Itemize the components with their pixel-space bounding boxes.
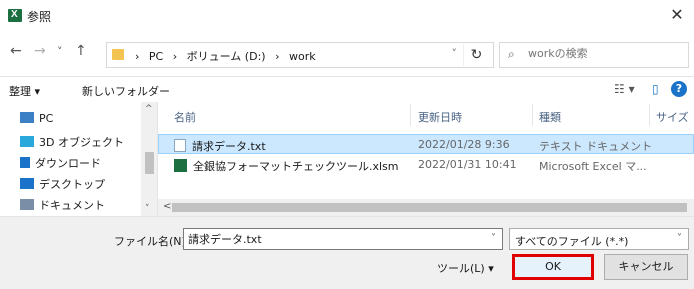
scroll-down-icon[interactable]: ˅: [145, 204, 150, 214]
pc-icon: [20, 112, 34, 123]
filename-field[interactable]: [188, 232, 478, 245]
address-bar[interactable]: › PC › ボリューム (D:) › work ˅ ↻: [106, 42, 494, 68]
scroll-up-icon[interactable]: ^: [145, 104, 153, 114]
breadcrumb-volume-d[interactable]: ボリューム (D:): [187, 50, 266, 63]
sidebar-item-downloads[interactable]: ダウンロード: [20, 155, 101, 175]
excel-file-icon: [174, 159, 187, 172]
file-list-hscrollbar[interactable]: <: [158, 199, 694, 216]
column-header-date[interactable]: 更新日時: [418, 109, 462, 125]
sidebar-item-documents[interactable]: ドキュメント: [20, 197, 105, 216]
search-box[interactable]: ⌕: [499, 42, 689, 68]
breadcrumb-pc[interactable]: PC: [149, 50, 163, 63]
document-icon: [20, 199, 34, 210]
breadcrumb-separator-icon: ›: [172, 50, 178, 63]
filetype-value: すべてのファイル (*.*): [515, 235, 629, 248]
cube-icon: [20, 136, 34, 147]
close-icon[interactable]: ✕: [660, 0, 694, 30]
recent-locations-chevron-icon[interactable]: ˅: [57, 45, 63, 58]
folder-icon: [112, 49, 124, 60]
file-type: Microsoft Excel マ...: [539, 160, 647, 173]
ok-button[interactable]: OK: [512, 254, 594, 280]
title-bar: 参照 ✕: [0, 0, 694, 30]
chevron-down-icon: ˅: [677, 233, 682, 244]
scrollbar-thumb[interactable]: [145, 152, 154, 174]
column-divider[interactable]: [410, 104, 411, 126]
breadcrumb-separator-icon: ›: [275, 50, 280, 63]
help-icon[interactable]: ?: [671, 81, 687, 97]
command-bar: 整理 ▾ 新しいフォルダー ☷ ▾ ▯ ?: [0, 76, 694, 102]
window-title: 参照: [27, 10, 52, 24]
file-name: 全銀協フォーマットチェックツール.xlsm: [193, 160, 399, 173]
scroll-left-icon[interactable]: <: [163, 201, 171, 212]
column-divider[interactable]: [649, 104, 650, 126]
file-date: 2022/01/28 9:36: [418, 138, 510, 151]
sidebar-item-desktop[interactable]: デスクトップ: [20, 176, 105, 196]
file-type: テキスト ドキュメント: [539, 140, 653, 153]
desktop-icon: [20, 178, 34, 189]
dialog-footer: ファイル名(N): ˅ すべてのファイル (*.*) ˅ ツール(L) ▾ OK…: [0, 216, 694, 289]
search-icon: ⌕: [508, 47, 515, 61]
column-headers: 名前 ^ 更新日時 種類 サイズ: [158, 102, 694, 128]
search-input[interactable]: [528, 47, 678, 60]
new-folder-button[interactable]: 新しいフォルダー: [82, 83, 170, 99]
sort-ascending-icon: ^: [280, 102, 288, 109]
cancel-button[interactable]: キャンセル: [604, 254, 688, 280]
breadcrumb-separator-icon: ›: [135, 50, 140, 63]
scrollbar-thumb[interactable]: [172, 203, 687, 212]
refresh-icon[interactable]: ↻: [463, 44, 489, 66]
back-arrow-icon[interactable]: ←: [10, 43, 22, 59]
organize-menu[interactable]: 整理 ▾: [9, 83, 40, 99]
sidebar-item-3d-objects[interactable]: 3D オブジェクト: [20, 134, 124, 154]
address-dropdown-icon[interactable]: ˅: [452, 47, 458, 60]
breadcrumb: › PC › ボリューム (D:) › work: [135, 48, 322, 64]
navigation-bar: ← → ˅ ↑ › PC › ボリューム (D:) › work ˅ ↻ ⌕: [0, 34, 694, 72]
navigation-pane: PC 3D オブジェクト ダウンロード デスクトップ ドキュメント ^ ˅: [0, 102, 158, 216]
sidebar-item-pc[interactable]: PC: [20, 112, 53, 132]
text-file-icon: [174, 139, 186, 152]
filename-combobox[interactable]: ˅: [183, 228, 503, 250]
filename-label: ファイル名(N):: [114, 235, 190, 248]
file-date: 2022/01/31 10:41: [418, 158, 517, 171]
breadcrumb-work[interactable]: work: [289, 50, 316, 63]
column-header-type[interactable]: 種類: [539, 109, 561, 125]
file-list: 名前 ^ 更新日時 種類 サイズ 請求データ.txt 2022/01/28 9:…: [158, 102, 694, 216]
excel-app-icon: [8, 9, 22, 22]
column-header-name[interactable]: 名前: [174, 109, 196, 125]
column-header-size[interactable]: サイズ: [656, 109, 689, 125]
view-options-icon[interactable]: ☷ ▾: [614, 82, 635, 96]
download-icon: [20, 157, 30, 168]
file-name: 請求データ.txt: [192, 140, 266, 153]
filetype-select[interactable]: すべてのファイル (*.*) ˅: [509, 228, 689, 250]
file-row[interactable]: 全銀協フォーマットチェックツール.xlsm 2022/01/31 10:41 M…: [158, 155, 694, 175]
chevron-down-icon[interactable]: ˅: [491, 233, 496, 244]
file-row-selected[interactable]: 請求データ.txt 2022/01/28 9:36 テキスト ドキュメント: [158, 134, 694, 154]
up-arrow-icon[interactable]: ↑: [75, 43, 87, 59]
tools-menu[interactable]: ツール(L) ▾: [437, 260, 494, 276]
preview-pane-icon[interactable]: ▯: [652, 82, 659, 96]
forward-arrow-icon[interactable]: →: [34, 43, 46, 59]
column-divider[interactable]: [532, 104, 533, 126]
sidebar-scrollbar[interactable]: ^ ˅: [141, 102, 157, 216]
